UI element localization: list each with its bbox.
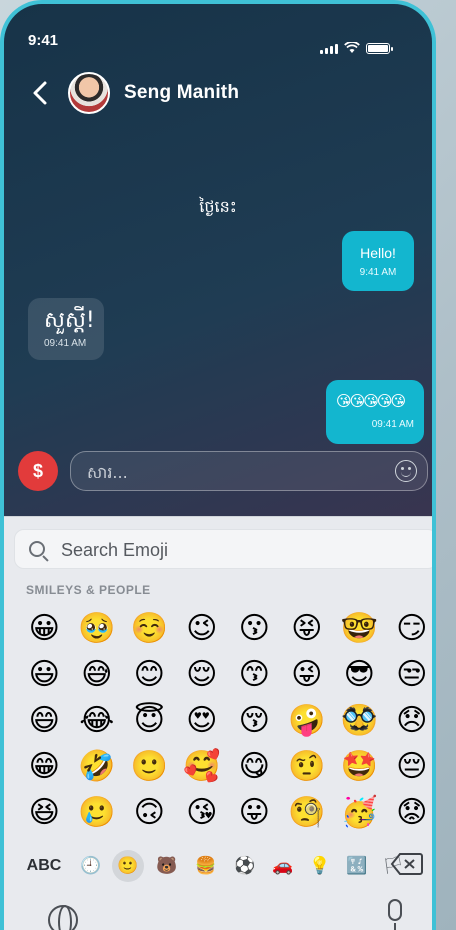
emoji-key[interactable]: 😍 xyxy=(176,697,229,743)
emoji-grid: 😀 🥹 ☺️ 😉 😗 😝 🤓 😏 😃 😅 😊 😌 😙 😜 😎 😒 😄 😂 😇 😍 😚 🤪 🥸 😞 😁 🤣 🙂 🥰 😋 🤨 🤩 😔 😆 🥲 🙃 😘 😛 🧐 🥳… xyxy=(18,605,433,835)
message-time: 9:41 AM xyxy=(359,267,397,278)
emoji-key[interactable]: 🥳 xyxy=(333,789,386,835)
emoji-key[interactable]: 😊 xyxy=(123,651,176,697)
message-input[interactable]: សារ... xyxy=(70,451,428,491)
back-chevron-icon[interactable] xyxy=(28,78,52,108)
emoji-key[interactable]: 😌 xyxy=(176,651,229,697)
emoji-key[interactable]: 🤓 xyxy=(333,605,386,651)
emoji-section-title: SMILEYS & PEOPLE xyxy=(26,583,151,597)
message-text: សួស្តី! xyxy=(44,308,95,333)
phone-screen: 9:41 Seng Manith ថ្ងៃនេះ Hello! 9:41 AM … xyxy=(0,0,436,930)
emoji-key[interactable]: 🤣 xyxy=(71,743,124,789)
message-bubble-incoming[interactable]: សួស្តី! 09:41 AM xyxy=(28,298,104,360)
emoji-key[interactable]: 🤪 xyxy=(281,697,334,743)
emoji-keyboard: Search Emoji SMILEYS & PEOPLE 😀 🥹 ☺️ 😉 😗 😝 🤓 😏 😃… xyxy=(4,516,432,930)
emoji-key[interactable]: 😛 xyxy=(228,789,281,835)
status-icons xyxy=(320,42,393,54)
globe-icon[interactable] xyxy=(48,905,78,930)
emoji-key[interactable]: ☺️ xyxy=(123,605,176,651)
wifi-icon xyxy=(344,42,360,53)
emoji-key[interactable]: 😇 xyxy=(123,697,176,743)
food-icon[interactable]: 🍔 xyxy=(193,853,219,879)
emoji-key[interactable]: 🧐 xyxy=(281,789,334,835)
send-money-button[interactable]: $ xyxy=(18,451,58,491)
emoji-category-bar: ABC 🕘 🙂 🐻 🍔 ⚽ 🚗 💡 🔣 🏳 xyxy=(4,847,432,887)
contact-avatar[interactable] xyxy=(68,72,110,114)
emoji-key[interactable]: 😎 xyxy=(333,651,386,697)
emoji-key[interactable]: 😀 xyxy=(18,605,71,651)
emoji-key[interactable]: 🥲 xyxy=(71,789,124,835)
message-time: 09:41 AM xyxy=(371,419,414,430)
emoji-key[interactable]: 🥸 xyxy=(333,697,386,743)
emoji-key[interactable]: 😉 xyxy=(176,605,229,651)
message-text: 😘😘😘😘😘 xyxy=(336,392,406,410)
animals-bear-icon[interactable]: 🐻 xyxy=(154,853,180,879)
emoji-key[interactable]: 😜 xyxy=(281,651,334,697)
emoji-key[interactable]: 😗 xyxy=(228,605,281,651)
message-time: 09:41 AM xyxy=(44,338,87,349)
emoji-search-placeholder: Search Emoji xyxy=(61,540,169,560)
status-bar: 9:41 xyxy=(4,4,432,64)
dollar-coin-icon: $ xyxy=(32,460,43,481)
emoji-key[interactable]: 😔 xyxy=(386,743,433,789)
date-separator: ថ្ងៃនេះ xyxy=(199,197,237,216)
emoji-key[interactable]: 🙂 xyxy=(123,743,176,789)
emoji-key[interactable]: 🥹 xyxy=(71,605,124,651)
emoji-key[interactable]: 🤩 xyxy=(333,743,386,789)
symbols-icon[interactable]: 🔣 xyxy=(344,853,370,879)
emoji-key[interactable]: 😃 xyxy=(18,651,71,697)
smiley-category-icon[interactable]: 🙂 xyxy=(112,850,144,882)
emoji-key[interactable]: 🤨 xyxy=(281,743,334,789)
emoji-key[interactable]: 😋 xyxy=(228,743,281,789)
message-text: Hello! xyxy=(360,245,396,261)
emoji-key[interactable]: 😏 xyxy=(386,605,433,651)
abc-key[interactable]: ABC xyxy=(24,853,64,879)
chat-header: Seng Manith xyxy=(4,70,432,116)
emoji-key[interactable]: 🥰 xyxy=(176,743,229,789)
emoji-key[interactable]: 😝 xyxy=(281,605,334,651)
activity-ball-icon[interactable]: ⚽ xyxy=(232,853,258,879)
contact-name[interactable]: Seng Manith xyxy=(124,82,239,104)
emoji-key[interactable]: 😟 xyxy=(386,789,433,835)
emoji-key[interactable]: 😂 xyxy=(71,697,124,743)
emoji-key[interactable]: 😅 xyxy=(71,651,124,697)
battery-icon xyxy=(366,43,393,54)
message-input-placeholder: សារ... xyxy=(87,463,128,482)
message-bubble-outgoing[interactable]: Hello! 9:41 AM xyxy=(342,231,414,291)
message-bubble-outgoing[interactable]: 😘😘😘😘😘 09:41 AM xyxy=(326,380,424,444)
emoji-key[interactable]: 😁 xyxy=(18,743,71,789)
search-icon xyxy=(29,541,45,557)
emoji-key[interactable]: 😞 xyxy=(386,697,433,743)
emoji-key[interactable]: 😚 xyxy=(228,697,281,743)
emoji-key[interactable]: 😙 xyxy=(228,651,281,697)
emoji-key[interactable]: 😘 xyxy=(176,789,229,835)
emoji-key[interactable]: 😆 xyxy=(18,789,71,835)
emoji-key[interactable]: 🙃 xyxy=(123,789,176,835)
emoji-key[interactable]: 😒 xyxy=(386,651,433,697)
smiley-icon[interactable] xyxy=(395,460,417,482)
emoji-key[interactable]: 😄 xyxy=(18,697,71,743)
microphone-icon[interactable] xyxy=(388,899,402,930)
travel-car-icon[interactable]: 🚗 xyxy=(270,853,296,879)
signal-icon xyxy=(320,44,338,54)
objects-bulb-icon[interactable]: 💡 xyxy=(307,853,333,879)
recent-clock-icon[interactable]: 🕘 xyxy=(78,853,104,879)
emoji-search-input[interactable]: Search Emoji xyxy=(14,529,432,569)
delete-backspace-icon[interactable] xyxy=(390,852,424,876)
keyboard-bottom-row xyxy=(4,895,432,930)
status-time: 9:41 xyxy=(28,32,59,49)
